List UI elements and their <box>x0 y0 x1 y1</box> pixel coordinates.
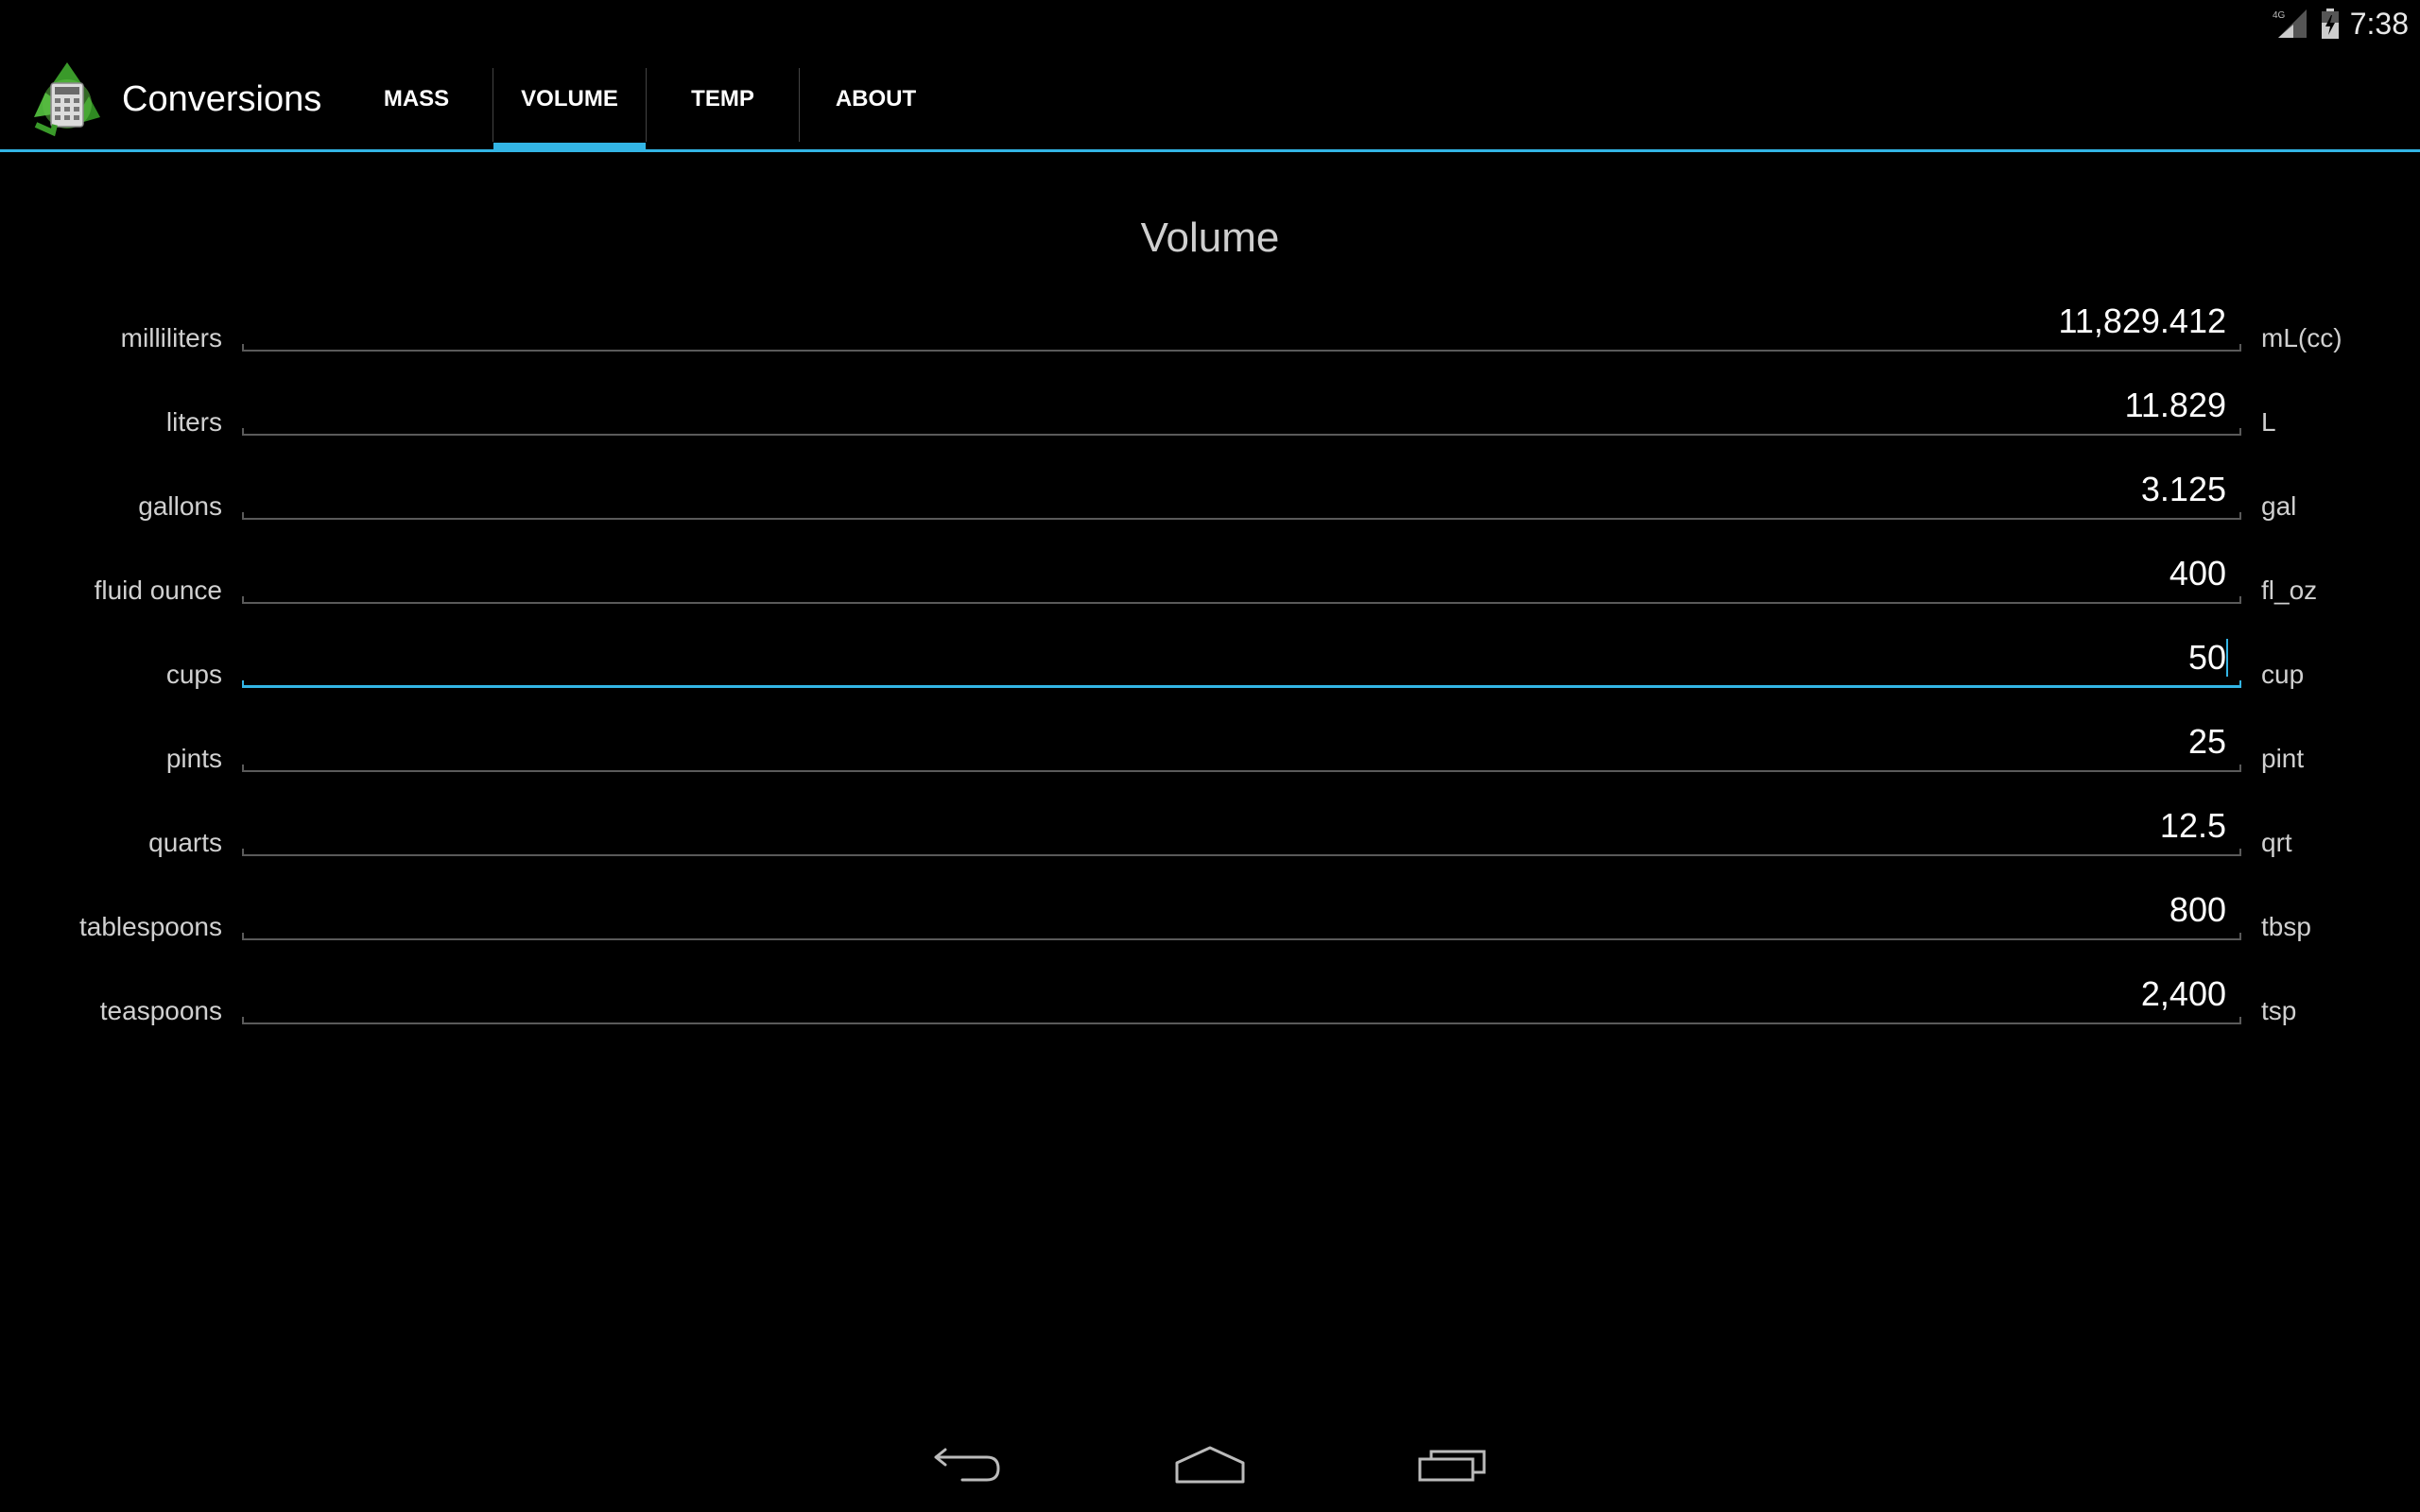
field-tick <box>2239 1017 2241 1024</box>
value-field[interactable] <box>242 799 2241 856</box>
row-unit: gal <box>2261 491 2297 521</box>
tab-label: TEMP <box>691 86 754 112</box>
page-title: Volume <box>1140 215 1280 261</box>
field-tick <box>242 512 244 520</box>
tablespoons-input[interactable] <box>260 884 2226 936</box>
teaspoons-input[interactable] <box>260 968 2226 1021</box>
field-underline <box>242 1022 2241 1024</box>
value-field[interactable] <box>242 463 2241 520</box>
row-unit: tbsp <box>2261 912 2311 941</box>
field-tick <box>242 933 244 940</box>
recycle-calculator-icon[interactable] <box>26 59 108 140</box>
row-label: tablespoons <box>78 912 222 941</box>
tab-about[interactable]: ABOUT <box>800 47 952 151</box>
value-field[interactable] <box>242 968 2241 1024</box>
milliliters-input[interactable] <box>260 295 2226 348</box>
conversion-row-teaspoons: teaspoons tsp <box>0 968 2420 1052</box>
value-field[interactable] <box>242 379 2241 436</box>
tab-volume[interactable]: VOLUME <box>493 47 646 151</box>
value-field[interactable] <box>242 715 2241 772</box>
field-tick <box>2239 933 2241 940</box>
field-tick <box>242 1017 244 1024</box>
field-underline <box>242 602 2241 604</box>
fluid-ounce-input[interactable] <box>260 547 2226 600</box>
pints-input[interactable] <box>260 715 2226 768</box>
field-tick <box>2239 512 2241 520</box>
row-unit: fl_oz <box>2261 576 2318 605</box>
field-tick <box>242 596 244 604</box>
row-label: pints <box>165 744 222 773</box>
tab-label: ABOUT <box>835 86 917 112</box>
field-underline <box>242 938 2241 940</box>
row-unit: qrt <box>2261 828 2292 857</box>
field-tick <box>2239 428 2241 436</box>
field-underline <box>242 434 2241 436</box>
conversion-list: milliliters mL(cc) liters L gallons <box>0 295 2420 1052</box>
field-tick <box>242 344 244 352</box>
conversion-row-tablespoons: tablespoons tbsp <box>0 884 2420 968</box>
field-underline <box>242 854 2241 856</box>
row-label: quarts <box>148 828 222 857</box>
value-field[interactable] <box>242 547 2241 604</box>
action-bar-divider <box>0 149 2420 152</box>
field-underline <box>242 770 2241 772</box>
field-tick <box>2239 344 2241 352</box>
status-bar: 4G 7:38 <box>0 0 2420 47</box>
row-label: gallons <box>138 491 222 521</box>
row-label: fluid ounce <box>94 576 222 605</box>
tab-mass[interactable]: MASS <box>340 47 493 151</box>
field-tick <box>242 428 244 436</box>
field-tick <box>2239 849 2241 856</box>
cups-input[interactable] <box>260 631 2226 684</box>
field-tick <box>2239 596 2241 604</box>
conversion-row-gallons: gallons gal <box>0 463 2420 547</box>
tab-temp[interactable]: TEMP <box>647 47 799 151</box>
back-icon[interactable] <box>925 1436 1010 1493</box>
field-tick <box>2239 765 2241 772</box>
row-unit: cup <box>2261 660 2305 689</box>
row-unit: pint <box>2261 744 2305 773</box>
tab-label: VOLUME <box>521 86 618 112</box>
battery-icon <box>2320 8 2341 40</box>
conversion-row-liters: liters L <box>0 379 2420 463</box>
status-icons: 4G 7:38 <box>2273 0 2409 47</box>
recent-apps-icon[interactable] <box>1410 1436 1495 1493</box>
field-underline <box>242 685 2241 688</box>
conversion-row-milliliters: milliliters mL(cc) <box>0 295 2420 379</box>
clock: 7:38 <box>2349 6 2409 41</box>
value-field[interactable] <box>242 295 2241 352</box>
row-label: liters <box>165 407 222 437</box>
field-underline <box>242 350 2241 352</box>
app-title: Conversions <box>122 79 322 119</box>
conversion-row-pints: pints pint <box>0 715 2420 799</box>
field-tick <box>242 849 244 856</box>
conversion-row-cups: cups cup <box>0 631 2420 715</box>
field-tick <box>242 680 244 688</box>
navigation-bar <box>0 1418 2420 1512</box>
tab-label: MASS <box>383 86 450 112</box>
quarts-input[interactable] <box>260 799 2226 852</box>
gallons-input[interactable] <box>260 463 2226 516</box>
row-unit: mL(cc) <box>2261 323 2342 352</box>
value-field[interactable] <box>242 631 2241 688</box>
conversion-row-fluid-ounce: fluid ounce fl_oz <box>0 547 2420 631</box>
value-field[interactable] <box>242 884 2241 940</box>
field-tick <box>2239 680 2241 688</box>
row-label: milliliters <box>120 323 222 352</box>
text-cursor <box>2226 639 2228 677</box>
field-tick <box>242 765 244 772</box>
row-unit: tsp <box>2261 996 2297 1025</box>
field-underline <box>242 518 2241 520</box>
screen: 4G 7:38 Conversions MASS VOLUME TEMP ABO… <box>0 0 2420 1512</box>
row-label: teaspoons <box>99 996 222 1025</box>
home-icon[interactable] <box>1167 1436 1253 1493</box>
tab-bar: MASS VOLUME TEMP ABOUT <box>340 47 952 151</box>
signal-icon: 4G <box>2273 8 2310 40</box>
row-unit: L <box>2261 407 2276 437</box>
liters-input[interactable] <box>260 379 2226 432</box>
network-type-label: 4G <box>2273 10 2286 21</box>
conversion-row-quarts: quarts qrt <box>0 799 2420 884</box>
row-label: cups <box>165 660 222 689</box>
